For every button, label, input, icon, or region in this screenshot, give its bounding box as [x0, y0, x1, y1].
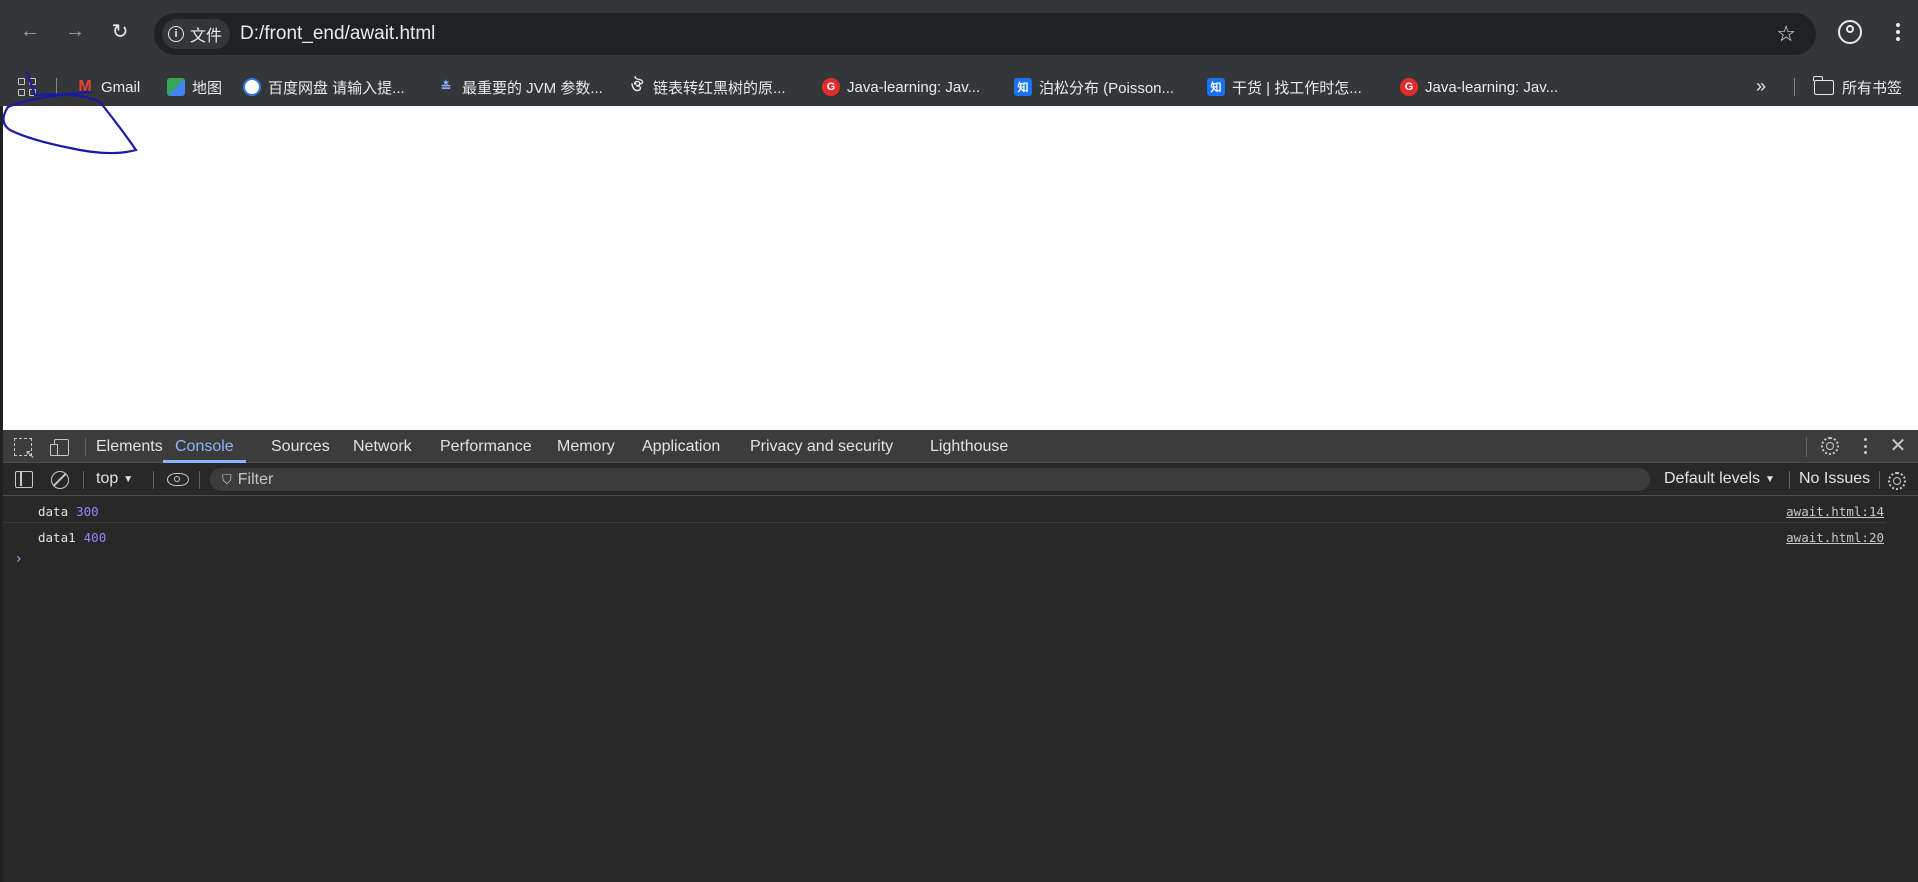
context-label: top — [96, 470, 119, 487]
console-filter-box[interactable]: ⛉ — [210, 468, 1650, 491]
maps-icon — [167, 78, 185, 96]
all-bookmarks-label: 所有书签 — [1842, 80, 1903, 97]
bookmarks-bar: M Gmail 地图 百度网盘 请输入提... ≛ 最重要的 JVM 参数...… — [0, 68, 1918, 106]
tab-lighthouse[interactable]: Lighthouse — [930, 430, 1008, 463]
more-bookmarks-chevron-icon[interactable]: » — [1756, 76, 1766, 97]
log-levels-label: Default levels — [1664, 470, 1761, 487]
log-label: data1 — [38, 530, 76, 545]
bookmark-star-icon[interactable]: ☆ — [1776, 21, 1796, 47]
bookmark-item[interactable]: ≛ 最重要的 JVM 参数... — [437, 77, 603, 97]
log-source-link[interactable]: await.html:20 — [1786, 530, 1884, 545]
bookmark-item[interactable]: M Gmail — [76, 77, 140, 97]
devtools-menu-icon[interactable] — [1855, 436, 1875, 456]
device-toolbar-icon[interactable] — [50, 438, 69, 456]
browser-menu-icon[interactable] — [1886, 20, 1910, 44]
filter-divider — [1879, 471, 1880, 489]
log-label: data — [38, 504, 69, 519]
filter-divider — [153, 471, 154, 489]
bookmarks-divider — [56, 78, 57, 96]
log-value: 400 — [83, 530, 107, 545]
issues-button[interactable]: No Issues — [1799, 470, 1870, 488]
bookmark-label: Java-learning: Jav... — [847, 78, 981, 96]
bookmark-label: Gmail — [101, 78, 141, 96]
log-levels-dropdown[interactable]: Default levels ▼ — [1664, 470, 1775, 488]
tab-memory[interactable]: Memory — [557, 430, 615, 463]
tab-application[interactable]: Application — [642, 430, 720, 463]
log-value: 300 — [76, 504, 99, 519]
site-info-chip[interactable]: i 文件 — [162, 19, 231, 49]
bookmark-item[interactable]: G Java-learning: Jav... — [822, 77, 980, 97]
tab-performance[interactable]: Performance — [440, 430, 532, 463]
baidu-pan-icon — [243, 78, 261, 96]
clear-console-icon[interactable] — [51, 471, 69, 489]
address-bar[interactable]: i 文件 D:/front_end/await.html ☆ — [154, 13, 1816, 55]
bookmark-label: 最重要的 JVM 参数... — [462, 79, 603, 97]
profile-icon[interactable] — [1838, 20, 1862, 44]
bookmark-label: 干货 | 找工作时怎... — [1232, 79, 1362, 97]
folder-icon — [1813, 76, 1834, 95]
console-log-row: data1 400 await.html:20 — [3, 523, 1886, 549]
tab-console[interactable]: Console — [163, 430, 246, 463]
live-expression-eye-icon[interactable] — [167, 473, 189, 486]
url-text[interactable]: D:/front_end/await.html — [240, 23, 435, 45]
bookmark-label: Java-learning: Jav... — [1425, 78, 1559, 96]
tab-sources[interactable]: Sources — [271, 430, 330, 463]
console-sidebar-toggle-icon[interactable] — [15, 471, 33, 488]
tab-elements[interactable]: Elements — [96, 430, 163, 463]
bookmark-item[interactable]: G Java-learning: Jav... — [1400, 77, 1558, 97]
bookmark-item[interactable]: 知 干货 | 找工作时怎... — [1207, 77, 1362, 97]
bookmark-item[interactable]: 知 泊松分布 (Poisson... — [1014, 77, 1174, 97]
info-icon: i — [168, 26, 184, 42]
console-filter-bar: top ▼ ⛉ Default levels ▼ No Issues — [3, 463, 1918, 496]
devtools-tab-bar: Elements Console Sources Network Perform… — [3, 430, 1918, 463]
page-viewport[interactable] — [3, 106, 1918, 430]
site-chip-label: 文件 — [190, 28, 223, 45]
bookmarks-divider — [1794, 78, 1795, 96]
gitee-icon: G — [822, 78, 840, 96]
inspect-element-icon[interactable] — [14, 438, 35, 461]
log-source-link[interactable]: await.html:14 — [1786, 504, 1884, 519]
bookmark-item[interactable]: ঔ 链表转红黑树的原... — [628, 77, 786, 97]
console-filter-input[interactable] — [237, 470, 1618, 489]
zhihu-icon: 知 — [1207, 78, 1225, 96]
tab-privacy-security[interactable]: Privacy and security — [750, 430, 893, 463]
browser-toolbar: ← → ↻ i 文件 D:/front_end/await.html ☆ — [0, 0, 1918, 68]
filter-divider — [199, 471, 200, 489]
bookmark-label: 百度网盘 请输入提... — [268, 79, 405, 97]
tab-divider — [85, 438, 86, 456]
console-settings-icon[interactable] — [1887, 471, 1907, 491]
gmail-icon: M — [78, 78, 92, 95]
devtools-settings-icon[interactable] — [1820, 436, 1840, 456]
caret-down-icon: ▼ — [1765, 473, 1775, 485]
back-arrow-icon[interactable]: ← — [18, 19, 42, 43]
console-log-row: data 300 await.html:14 — [3, 497, 1886, 523]
gitee-icon: G — [1400, 78, 1418, 96]
bookmark-label: 地图 — [192, 79, 223, 97]
context-selector[interactable]: top ▼ — [96, 470, 133, 488]
tab-network[interactable]: Network — [353, 430, 412, 463]
log-message: data 300 — [38, 504, 99, 519]
tree-icon: ঔ — [630, 77, 644, 95]
devtools-panel: Elements Console Sources Network Perform… — [3, 430, 1918, 882]
zhihu-icon: 知 — [1014, 78, 1032, 96]
bookmark-item[interactable]: 百度网盘 请输入提... — [243, 77, 405, 97]
console-prompt-chevron-icon[interactable]: › — [16, 551, 22, 567]
forward-arrow-icon[interactable]: → — [63, 19, 87, 43]
jvm-icon: ≛ — [440, 79, 452, 94]
close-devtools-icon[interactable]: ✕ — [1888, 436, 1908, 456]
caret-down-icon: ▼ — [123, 473, 134, 485]
bookmark-label: 泊松分布 (Poisson... — [1039, 79, 1175, 97]
apps-grid-icon[interactable] — [18, 78, 36, 96]
bookmark-item[interactable]: 地图 — [167, 77, 222, 97]
console-output: data 300 await.html:14 data1 400 await.htm… — [3, 497, 1918, 882]
log-message: data1 400 — [38, 530, 106, 545]
filter-divider — [1789, 471, 1790, 489]
all-bookmarks-button[interactable]: 所有书签 — [1813, 76, 1903, 98]
tab-divider — [1806, 437, 1807, 457]
filter-funnel-icon: ⛉ — [222, 471, 232, 487]
bookmark-label: 链表转红黑树的原... — [653, 79, 786, 97]
reload-icon[interactable]: ↻ — [108, 19, 132, 43]
filter-divider — [83, 471, 84, 489]
